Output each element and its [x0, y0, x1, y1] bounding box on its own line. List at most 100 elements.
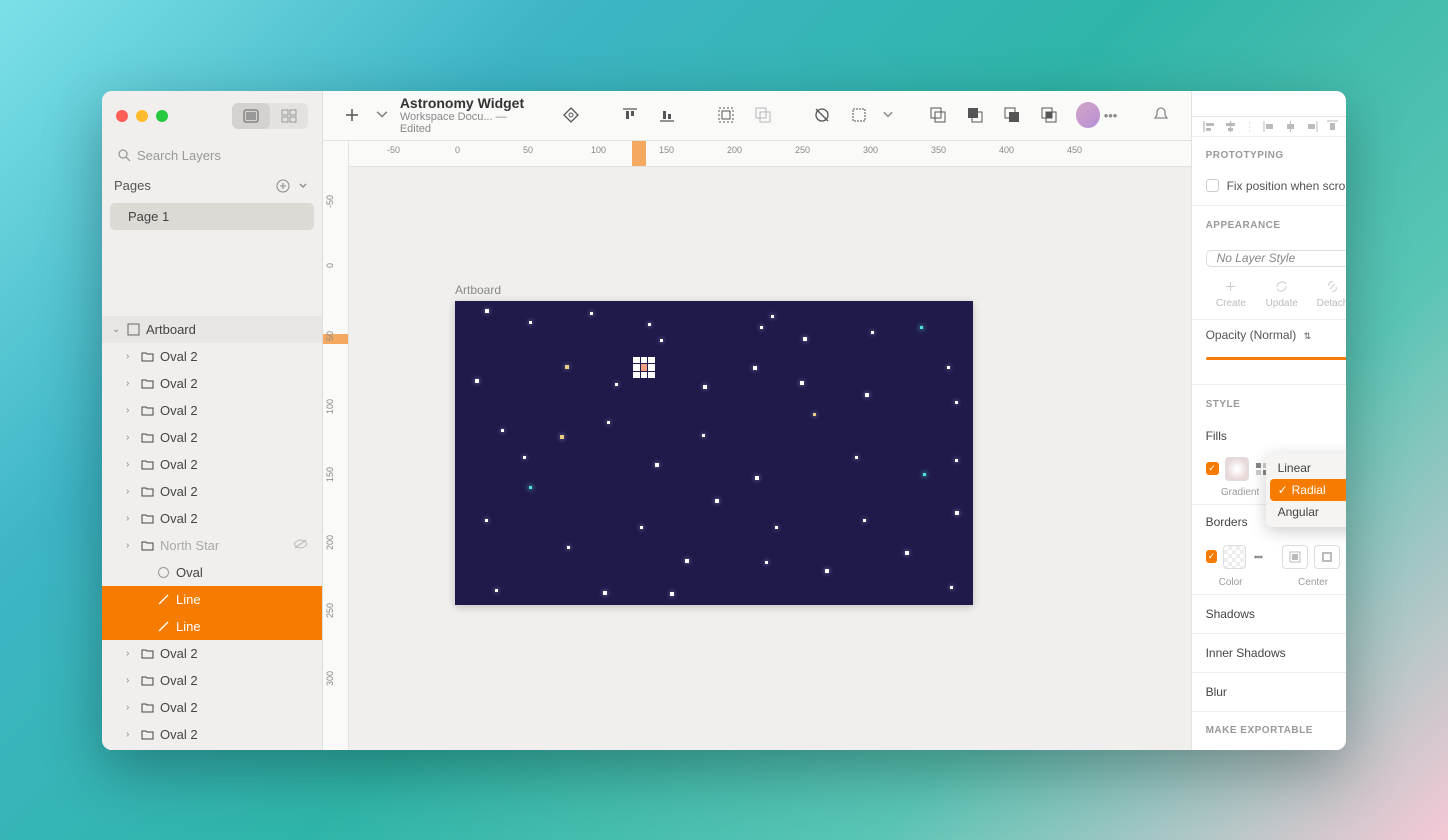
star-shape[interactable]	[760, 326, 763, 329]
horizontal-ruler[interactable]: -50050100150200250300350400450	[349, 141, 1191, 167]
layer-row[interactable]: ›Oval 2	[102, 505, 322, 532]
star-shape[interactable]	[905, 551, 909, 555]
layer-style-dropdown[interactable]: No Layer Style⌄	[1206, 250, 1346, 267]
star-shape[interactable]	[660, 339, 663, 342]
search-layers-input[interactable]: Search Layers	[110, 141, 314, 171]
align-h-left-icon[interactable]	[1262, 119, 1277, 134]
close-window-button[interactable]	[116, 110, 128, 122]
layer-row[interactable]: ›Oval 2	[102, 424, 322, 451]
rotate-button[interactable]	[807, 98, 838, 132]
union-button[interactable]	[923, 98, 954, 132]
star-shape[interactable]	[923, 473, 926, 476]
opacity-label[interactable]: Opacity (Normal)	[1206, 328, 1297, 342]
inner-shadows-section[interactable]: Inner Shadows+	[1192, 633, 1346, 672]
star-shape[interactable]	[615, 383, 618, 386]
star-shape[interactable]	[771, 315, 774, 318]
layer-row[interactable]: ›North Star	[102, 532, 322, 559]
fill-color-swatch[interactable]	[1225, 457, 1249, 481]
minimize-window-button[interactable]	[136, 110, 148, 122]
star-shape[interactable]	[703, 385, 707, 389]
star-shape[interactable]	[825, 569, 829, 573]
group-button[interactable]	[711, 98, 742, 132]
gradient-option-linear[interactable]: Linear	[1270, 457, 1346, 479]
align-h-right-icon[interactable]	[1304, 119, 1319, 134]
layer-row[interactable]: ›Oval 2	[102, 451, 322, 478]
insert-button[interactable]	[337, 98, 368, 132]
vertical-ruler[interactable]: -50050100150200250300	[323, 141, 349, 750]
border-position-center[interactable]	[1314, 545, 1340, 569]
border-position-inside[interactable]	[1282, 545, 1308, 569]
star-shape[interactable]	[607, 421, 610, 424]
star-shape[interactable]	[560, 435, 564, 439]
align-h-center-icon[interactable]	[1283, 119, 1298, 134]
star-shape[interactable]	[803, 337, 807, 341]
star-shape[interactable]	[715, 499, 719, 503]
layer-row[interactable]: ›Oval 2	[102, 721, 322, 748]
create-symbol-button[interactable]	[556, 98, 587, 132]
star-shape[interactable]	[565, 365, 569, 369]
hidden-icon[interactable]	[293, 538, 308, 553]
star-shape[interactable]	[863, 519, 866, 522]
canvas[interactable]: Artboard	[349, 167, 1191, 750]
star-shape[interactable]	[813, 413, 816, 416]
maximize-window-button[interactable]	[156, 110, 168, 122]
star-shape[interactable]	[475, 379, 479, 383]
resize-dropdown-icon[interactable]	[881, 98, 895, 132]
pages-chevron-icon[interactable]	[296, 179, 310, 193]
star-shape[interactable]	[640, 526, 643, 529]
star-shape[interactable]	[655, 463, 659, 467]
layer-row[interactable]: ›Oval 2	[102, 370, 322, 397]
star-shape[interactable]	[950, 586, 953, 589]
layer-row[interactable]: ›Oval 2	[102, 343, 322, 370]
layer-row[interactable]: ›Oval 2	[102, 397, 322, 424]
north-star-selection-icon[interactable]	[633, 357, 655, 379]
star-shape[interactable]	[685, 559, 689, 563]
layer-row[interactable]: ›Oval 2	[102, 640, 322, 667]
artboard[interactable]	[455, 301, 973, 605]
fix-position-checkbox[interactable]	[1206, 179, 1219, 192]
star-shape[interactable]	[670, 592, 674, 596]
star-shape[interactable]	[648, 323, 651, 326]
star-shape[interactable]	[603, 591, 607, 595]
border-color-swatch[interactable]	[1223, 545, 1245, 569]
star-shape[interactable]	[567, 546, 570, 549]
layer-row[interactable]: Line	[102, 586, 322, 613]
gradient-option-angular[interactable]: Angular	[1270, 501, 1346, 523]
star-shape[interactable]	[947, 366, 950, 369]
fill-enabled-checkbox[interactable]: ✓	[1206, 462, 1219, 475]
star-shape[interactable]	[485, 519, 488, 522]
make-exportable-section[interactable]: MAKE EXPORTABLE+	[1192, 711, 1346, 750]
star-shape[interactable]	[755, 476, 759, 480]
star-shape[interactable]	[495, 589, 498, 592]
shadows-section[interactable]: Shadows+	[1192, 594, 1346, 633]
update-style-button[interactable]: Update	[1256, 279, 1307, 309]
resize-button[interactable]	[844, 98, 875, 132]
layer-row[interactable]: ›Oval 2	[102, 478, 322, 505]
star-shape[interactable]	[955, 511, 959, 515]
add-page-icon[interactable]	[276, 179, 290, 193]
opacity-slider[interactable]	[1206, 357, 1346, 360]
star-shape[interactable]	[529, 486, 532, 489]
star-shape[interactable]	[590, 312, 593, 315]
ungroup-button[interactable]	[748, 98, 779, 132]
align-v-top-icon[interactable]	[1325, 119, 1340, 134]
star-shape[interactable]	[955, 459, 958, 462]
layer-row[interactable]: ›Oval 2	[102, 694, 322, 721]
insert-dropdown-icon[interactable]	[374, 98, 390, 132]
gradient-option-radial[interactable]: ✓Radial	[1270, 479, 1346, 501]
align-center-h-icon[interactable]	[1223, 119, 1238, 134]
star-shape[interactable]	[485, 309, 489, 313]
difference-button[interactable]	[1033, 98, 1064, 132]
document-title-area[interactable]: Astronomy Widget Workspace Docu... — Edi…	[400, 95, 528, 135]
star-shape[interactable]	[955, 401, 958, 404]
page-item[interactable]: Page 1	[110, 203, 314, 230]
layer-artboard-root[interactable]: ⌄ Artboard	[102, 316, 322, 343]
star-shape[interactable]	[855, 456, 858, 459]
border-type-icon[interactable]	[1252, 550, 1265, 564]
star-shape[interactable]	[871, 331, 874, 334]
star-shape[interactable]	[702, 434, 705, 437]
star-shape[interactable]	[775, 526, 778, 529]
star-shape[interactable]	[920, 326, 923, 329]
intersect-button[interactable]	[997, 98, 1028, 132]
align-bottom-button[interactable]	[652, 98, 683, 132]
